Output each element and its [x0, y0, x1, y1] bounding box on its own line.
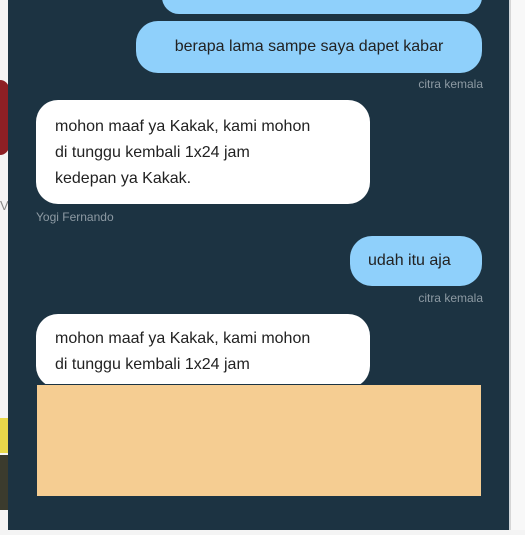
redaction-overlay: [36, 384, 482, 497]
message-bubble-incoming: mohon maaf ya Kakak, kami mohon di tungg…: [36, 100, 370, 204]
message-text-line: mohon maaf ya Kakak, kami mohon: [55, 118, 311, 135]
message-sender: citra kemala: [418, 77, 483, 91]
message-sender: citra kemala: [418, 291, 483, 305]
message-bubble-outgoing: berapa lama sampe saya dapet kabar: [136, 21, 482, 73]
message-bubble-outgoing: udah itu aja: [350, 236, 482, 286]
message-text-line: mohon maaf ya Kakak, kami mohon: [55, 330, 311, 347]
message-bubble-outgoing-partial: [162, 0, 482, 14]
message-bubble-incoming: mohon maaf ya Kakak, kami mohon di tungg…: [36, 314, 370, 388]
message-text-line: di tunggu kembali 1x24 jam: [55, 356, 250, 373]
message-text-line: kedepan ya Kakak.: [55, 170, 192, 187]
background-text-fragment: V: [0, 198, 9, 213]
message-text: berapa lama sampe saya dapet kabar: [174, 38, 444, 55]
background-image-fragment-yellow: [0, 418, 8, 453]
message-text-line: di tunggu kembali 1x24 jam: [55, 144, 250, 161]
chat-scrollbar[interactable]: [510, 0, 525, 530]
message-sender: Yogi Fernando: [36, 210, 114, 224]
message-text: udah itu aja: [368, 252, 451, 269]
background-image-fragment-dark: [0, 455, 8, 510]
